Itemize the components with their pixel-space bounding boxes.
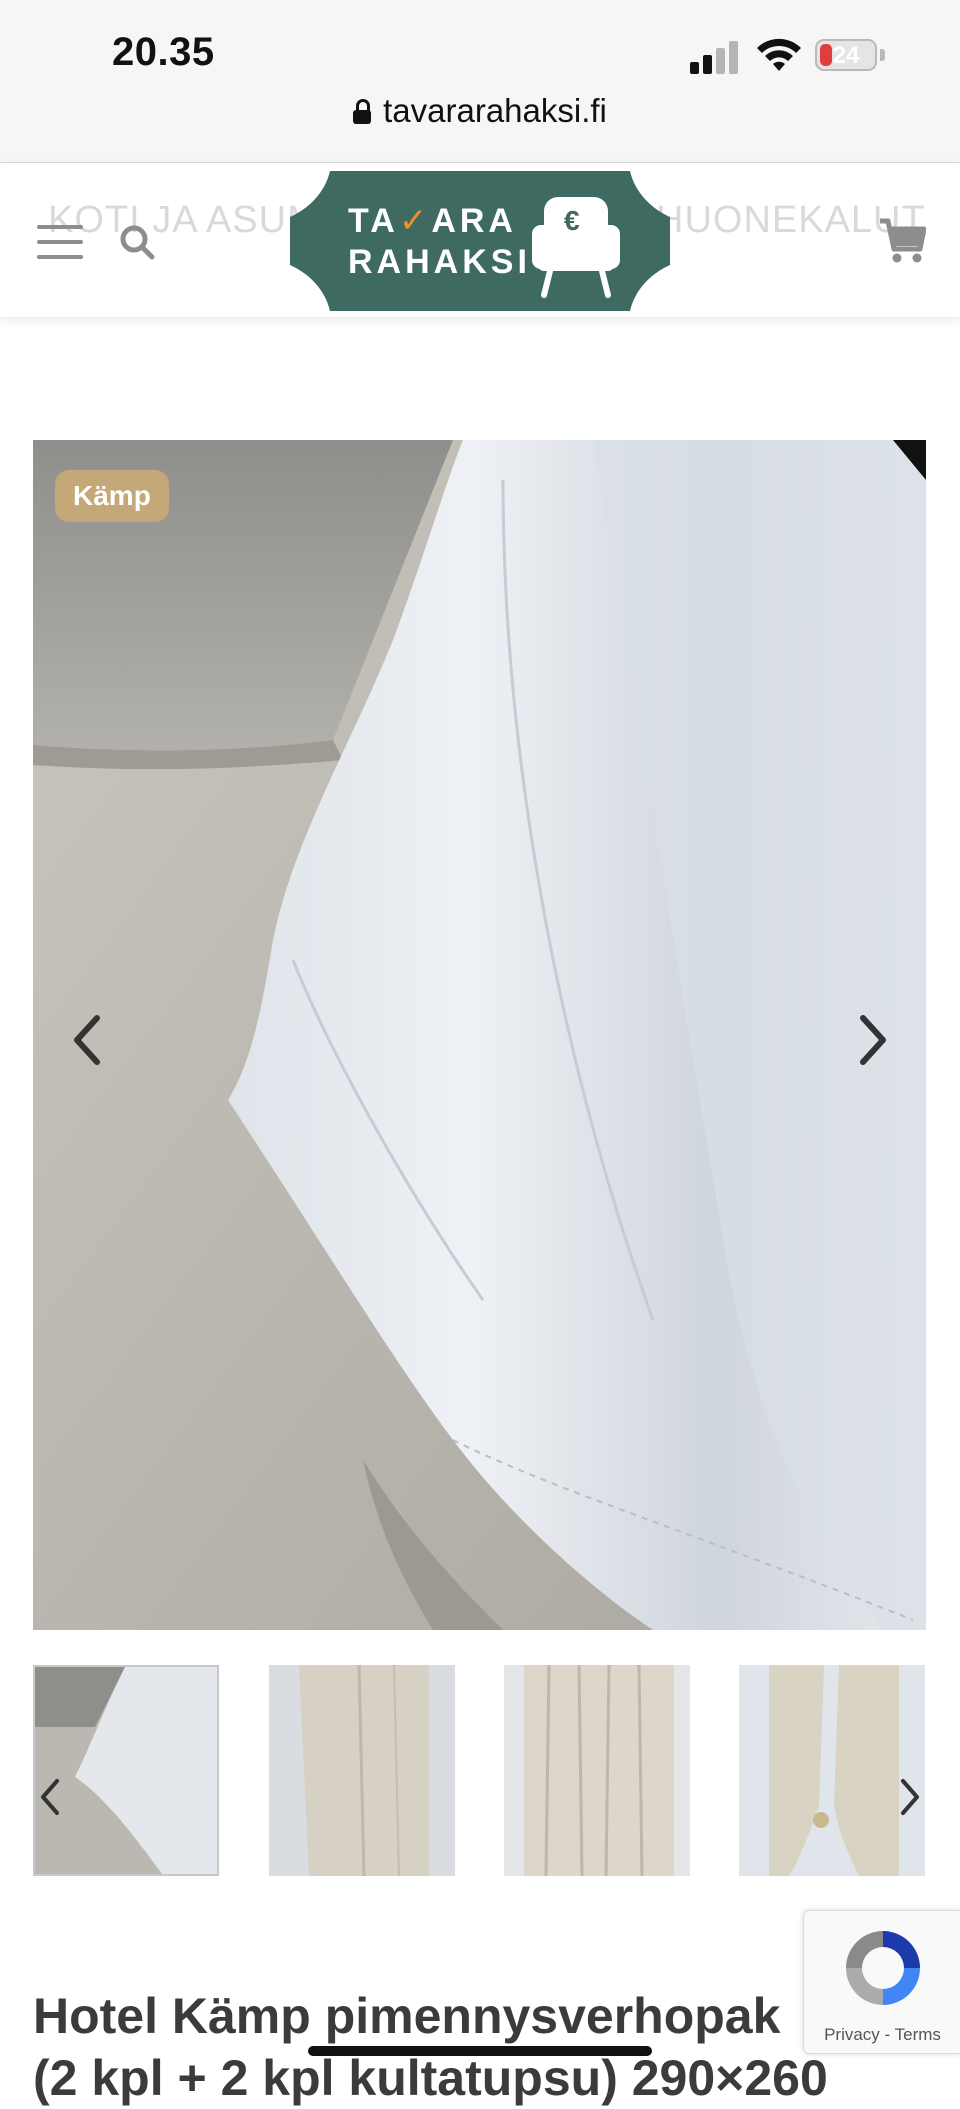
wifi-icon — [757, 38, 801, 71]
battery-icon: 24 — [815, 39, 877, 71]
logo-euro-icon: € — [564, 205, 580, 236]
recaptcha-icon — [846, 1931, 920, 2005]
home-indicator[interactable] — [308, 2046, 652, 2056]
recaptcha-badge[interactable]: Privacy - Terms — [803, 1910, 960, 2054]
site-logo[interactable]: TA✓ARA RAHAKSI € — [290, 171, 670, 311]
thumbnail-next-arrow-icon[interactable] — [897, 1777, 923, 1817]
logo-line2: RAHAKSI — [348, 243, 531, 281]
menu-icon[interactable] — [37, 225, 83, 259]
logo-line1-a: TA — [348, 202, 399, 240]
lock-icon — [353, 99, 372, 124]
thumbnail-2-image — [269, 1665, 455, 1876]
battery-percentage: 24 — [832, 42, 860, 69]
thumbnail-3[interactable] — [504, 1665, 690, 1876]
recaptcha-terms-link[interactable]: Terms — [895, 2025, 941, 2044]
search-icon[interactable] — [118, 223, 156, 261]
cart-icon[interactable] — [878, 215, 926, 265]
thumbnail-4[interactable] — [739, 1665, 925, 1876]
thumbnail-3-image — [504, 1665, 690, 1876]
url-text[interactable]: tavararahaksi.fi — [383, 92, 607, 129]
recaptcha-links: Privacy - Terms — [804, 2025, 960, 2045]
thumbnail-1[interactable] — [33, 1665, 219, 1876]
logo-line1-b: ARA — [431, 202, 517, 240]
thumbnail-strip — [33, 1665, 926, 1880]
recaptcha-privacy-link[interactable]: Privacy — [824, 2025, 880, 2044]
thumbnail-4-image — [739, 1665, 925, 1876]
browser-chrome: 20.35 24 tavararahaksi.fi — [0, 0, 960, 163]
gallery-prev-arrow-icon[interactable] — [65, 1010, 109, 1070]
thumbnail-prev-arrow-icon[interactable] — [37, 1777, 63, 1817]
recaptcha-separator: - — [884, 2025, 891, 2044]
curtain-photo — [33, 440, 926, 1630]
battery-cap — [880, 49, 885, 61]
product-title-line2: (2 kpl + 2 kpl kultatupsu) 290×260 — [33, 2050, 828, 2106]
gallery-next-arrow-icon[interactable] — [851, 1010, 895, 1070]
address-bar[interactable]: tavararahaksi.fi — [0, 92, 960, 130]
product-main-image[interactable]: Kämp — [33, 440, 926, 1630]
logo-check-icon: ✓ — [398, 202, 432, 240]
thumbnail-1-image — [35, 1667, 217, 1874]
site-header: KOTI JA ASUMINEN HUONEKALUT TA✓ARA RAHAK… — [0, 163, 960, 317]
brand-badge: Kämp — [55, 470, 169, 522]
cellular-signal-icon — [690, 40, 738, 74]
status-time: 20.35 — [112, 30, 215, 74]
thumbnail-2[interactable] — [269, 1665, 455, 1876]
logo-line1: TA✓ARA — [348, 201, 548, 241]
